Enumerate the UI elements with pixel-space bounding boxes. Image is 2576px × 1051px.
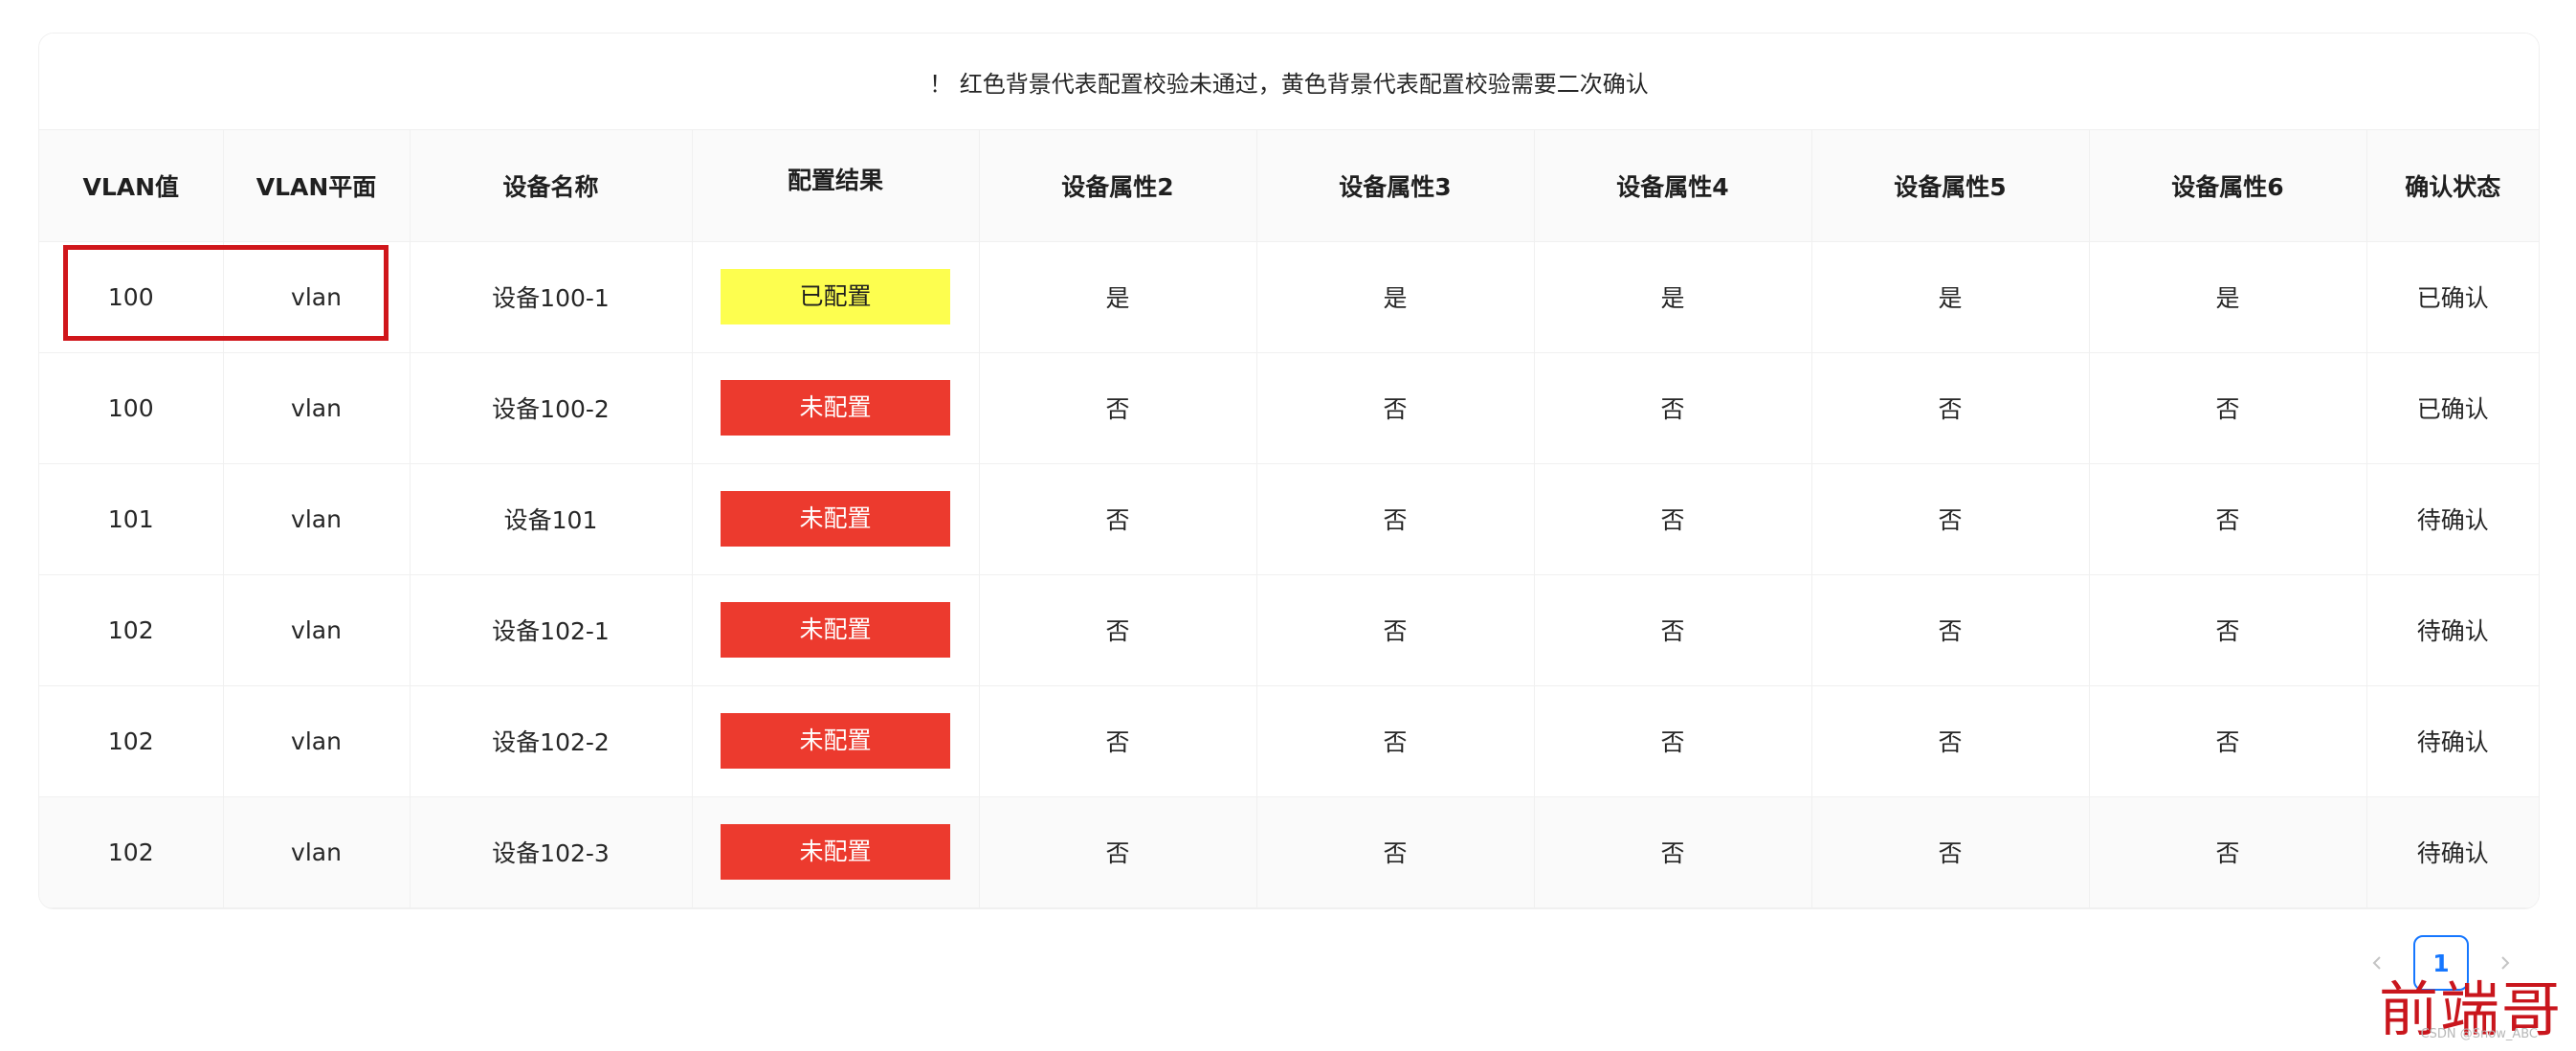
cell-attr2: 否 [979, 796, 1257, 908]
config-result-badge: 未配置 [721, 824, 950, 880]
cell-vlan: 101 [39, 463, 224, 575]
cell-attr6: 否 [2089, 685, 2367, 797]
cell-attr5: 否 [1811, 796, 2090, 908]
cell-attr2: 否 [979, 574, 1257, 686]
cell-vlan-plane: vlan [223, 463, 411, 575]
cell-vlan: 102 [39, 574, 224, 686]
column-header-confirm-status[interactable]: 确认状态 [2366, 130, 2539, 242]
cell-confirm-status: 已确认 [2366, 241, 2539, 353]
cell-vlan: 100 [39, 241, 224, 353]
config-result-badge: 已配置 [721, 269, 950, 324]
table-row[interactable]: 100 vlan 设备100-2 未配置否否否否否已确认 [39, 352, 2539, 464]
column-header-attr6[interactable]: 设备属性6 [2089, 130, 2367, 242]
column-header-vlan-plane[interactable]: VLAN平面 [223, 130, 411, 242]
table-row[interactable]: 102 vlan 设备102-2 未配置否否否否否待确认 [39, 685, 2539, 797]
cell-config-result: 未配置 [692, 574, 980, 686]
cell-attr3: 是 [1256, 241, 1535, 353]
table-row[interactable]: 102 vlan 设备102-1 未配置否否否否否待确认 [39, 574, 2539, 686]
cell-attr6: 否 [2089, 463, 2367, 575]
cell-attr3: 否 [1256, 352, 1535, 464]
cell-config-result: 未配置 [692, 685, 980, 797]
cell-vlan-plane: vlan [223, 796, 411, 908]
cell-attr6: 否 [2089, 352, 2367, 464]
cell-device-name: 设备102-2 [410, 685, 693, 797]
cell-attr2: 否 [979, 685, 1257, 797]
column-header-config-result[interactable]: 配置结果 [692, 130, 980, 242]
cell-attr2: 否 [979, 463, 1257, 575]
column-header-device-name[interactable]: 设备名称 [410, 130, 693, 242]
cell-attr3: 否 [1256, 463, 1535, 575]
cell-attr4: 否 [1534, 796, 1812, 908]
cell-confirm-status: 待确认 [2366, 463, 2539, 575]
cell-attr5: 是 [1811, 241, 2090, 353]
table-row[interactable]: 102 vlan 设备102-3 未配置否否否否否待确认 [39, 796, 2539, 908]
config-result-badge: 未配置 [721, 491, 950, 547]
watermark-small-text: CSDN @Snow_ABC [2420, 1027, 2538, 1041]
cell-attr4: 否 [1534, 574, 1812, 686]
notice-banner: ！ 红色背景代表配置校验未通过，黄色背景代表配置校验需要二次确认 [39, 34, 2539, 130]
cell-device-name: 设备100-1 [410, 241, 693, 353]
config-table: VLAN值 VLAN平面 设备名称 配置结果 设备属性2 设备属性3 设备属性4… [39, 130, 2539, 908]
column-header-attr2[interactable]: 设备属性2 [979, 130, 1257, 242]
cell-vlan-plane: vlan [223, 241, 411, 353]
cell-attr4: 否 [1534, 463, 1812, 575]
cell-config-result: 未配置 [692, 463, 980, 575]
cell-attr3: 否 [1256, 796, 1535, 908]
cell-vlan-plane: vlan [223, 685, 411, 797]
config-result-badge: 未配置 [721, 713, 950, 769]
column-header-attr5[interactable]: 设备属性5 [1811, 130, 2090, 242]
cell-attr5: 否 [1811, 352, 2090, 464]
cell-confirm-status: 待确认 [2366, 685, 2539, 797]
cell-attr2: 否 [979, 352, 1257, 464]
column-header-attr3[interactable]: 设备属性3 [1256, 130, 1535, 242]
cell-confirm-status: 已确认 [2366, 352, 2539, 464]
config-result-badge: 未配置 [721, 602, 950, 658]
cell-vlan-plane: vlan [223, 352, 411, 464]
config-check-card: ！ 红色背景代表配置校验未通过，黄色背景代表配置校验需要二次确认 VLAN值 V… [38, 33, 2540, 909]
cell-attr3: 否 [1256, 574, 1535, 686]
cell-attr5: 否 [1811, 574, 2090, 686]
cell-config-result: 未配置 [692, 796, 980, 908]
cell-vlan-plane: vlan [223, 574, 411, 686]
cell-device-name: 设备100-2 [410, 352, 693, 464]
cell-device-name: 设备102-1 [410, 574, 693, 686]
cell-attr5: 否 [1811, 463, 2090, 575]
column-header-vlan[interactable]: VLAN值 [39, 130, 224, 242]
cell-attr4: 否 [1534, 352, 1812, 464]
cell-vlan: 100 [39, 352, 224, 464]
cell-attr4: 否 [1534, 685, 1812, 797]
cell-vlan: 102 [39, 685, 224, 797]
cell-device-name: 设备102-3 [410, 796, 693, 908]
cell-confirm-status: 待确认 [2366, 574, 2539, 686]
cell-attr4: 是 [1534, 241, 1812, 353]
cell-config-result: 已配置 [692, 241, 980, 353]
cell-config-result: 未配置 [692, 352, 980, 464]
column-header-attr4[interactable]: 设备属性4 [1534, 130, 1812, 242]
table-row[interactable]: 101 vlan 设备101 未配置否否否否否待确认 [39, 463, 2539, 575]
cell-attr2: 是 [979, 241, 1257, 353]
cell-confirm-status: 待确认 [2366, 796, 2539, 908]
cell-attr3: 否 [1256, 685, 1535, 797]
table-header-row: VLAN值 VLAN平面 设备名称 配置结果 设备属性2 设备属性3 设备属性4… [39, 130, 2539, 242]
cell-device-name: 设备101 [410, 463, 693, 575]
cell-attr6: 否 [2089, 574, 2367, 686]
cell-attr6: 是 [2089, 241, 2367, 353]
cell-vlan: 102 [39, 796, 224, 908]
table-body: 100 vlan 设备100-1 已配置是是是是是已确认 100 vlan 设备100-2 未… [39, 241, 2539, 908]
cell-attr6: 否 [2089, 796, 2367, 908]
table-row[interactable]: 100 vlan 设备100-1 已配置是是是是是已确认 [39, 241, 2539, 353]
cell-attr5: 否 [1811, 685, 2090, 797]
column-header-config-result-label: 配置结果 [787, 166, 883, 194]
config-result-badge: 未配置 [721, 380, 950, 436]
